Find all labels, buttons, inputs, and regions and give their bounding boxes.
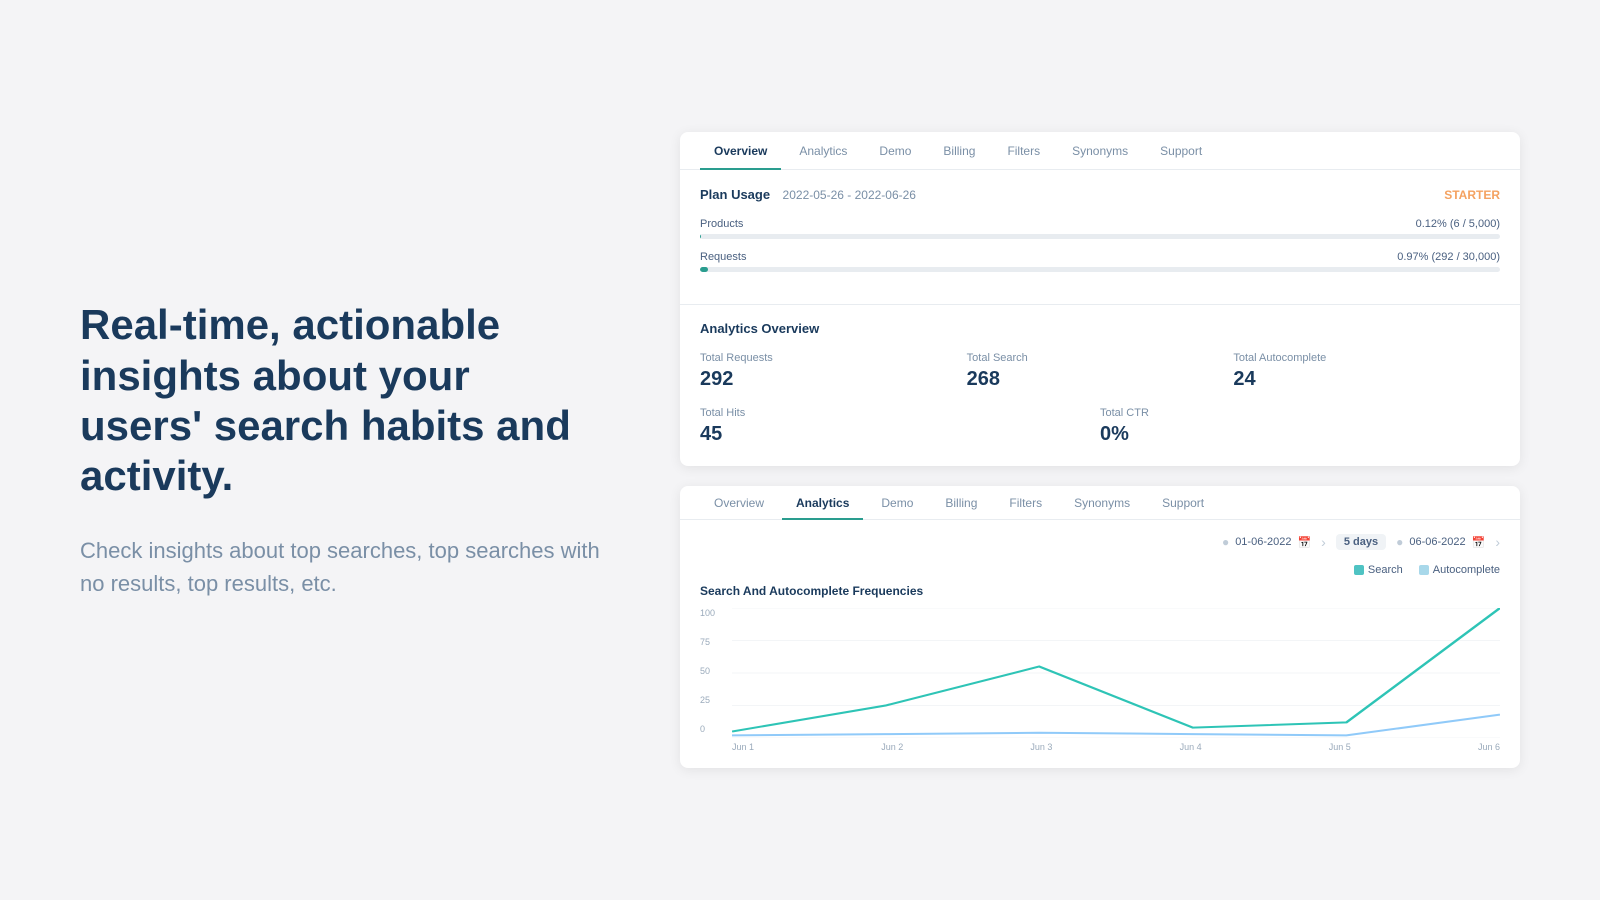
stat-label-total-ctr: Total CTR xyxy=(1100,407,1500,419)
stat-value-total-autocomplete: 24 xyxy=(1233,368,1500,391)
requests-value: 0.97% (292 / 30,000) xyxy=(1397,251,1500,263)
x-label-jun5: Jun 5 xyxy=(1329,742,1351,752)
stats-grid-row1: Total Requests 292 Total Search 268 Tota… xyxy=(700,352,1500,391)
stat-value-total-search: 268 xyxy=(967,368,1234,391)
legend-dot-autocomplete xyxy=(1419,565,1429,575)
x-label-jun4: Jun 4 xyxy=(1180,742,1202,752)
y-label-75: 75 xyxy=(700,637,724,647)
chart-title: Search And Autocomplete Frequencies xyxy=(700,584,1500,598)
stat-total-requests: Total Requests 292 xyxy=(700,352,967,391)
products-progress-fill xyxy=(700,234,701,239)
subtext: Check insights about top searches, top s… xyxy=(80,534,600,600)
bottom-nav: Overview Analytics Demo Billing Filters … xyxy=(680,486,1520,520)
x-label-jun1: Jun 1 xyxy=(732,742,754,752)
requests-progress-bg xyxy=(700,267,1500,272)
top-card: Overview Analytics Demo Billing Filters … xyxy=(680,132,1520,466)
chart-plot-area: Jun 1 Jun 2 Jun 3 Jun 4 Jun 5 Jun 6 xyxy=(732,608,1500,752)
top-nav: Overview Analytics Demo Billing Filters … xyxy=(680,132,1520,170)
headline: Real-time, actionable insights about you… xyxy=(80,300,600,502)
legend-label-autocomplete: Autocomplete xyxy=(1433,564,1500,576)
plan-badge: STARTER xyxy=(1444,188,1500,202)
stat-value-total-requests: 292 xyxy=(700,368,967,391)
requests-label: Requests xyxy=(700,251,746,263)
days-badge: 5 days xyxy=(1336,534,1386,550)
legend-search: Search xyxy=(1354,564,1403,576)
products-value: 0.12% (6 / 5,000) xyxy=(1416,218,1500,230)
legend-label-search: Search xyxy=(1368,564,1403,576)
stat-label-total-requests: Total Requests xyxy=(700,352,967,364)
date-to-control[interactable]: ● 06-06-2022 📅 xyxy=(1396,535,1485,549)
y-label-25: 25 xyxy=(700,695,724,705)
x-label-jun2: Jun 2 xyxy=(881,742,903,752)
plan-usage-date: 2022-05-26 - 2022-06-26 xyxy=(783,188,916,202)
stat-total-search: Total Search 268 xyxy=(967,352,1234,391)
page-wrapper: Real-time, actionable insights about you… xyxy=(0,0,1600,900)
stat-label-total-search: Total Search xyxy=(967,352,1234,364)
plan-usage-section: Plan Usage 2022-05-26 - 2022-06-26 START… xyxy=(680,170,1520,304)
plan-usage-title: Plan Usage xyxy=(700,187,770,202)
tab-demo-top[interactable]: Demo xyxy=(865,132,925,170)
date-from-control[interactable]: ● 01-06-2022 📅 xyxy=(1222,535,1311,549)
stat-label-total-hits: Total Hits xyxy=(700,407,1100,419)
tab-demo-bottom[interactable]: Demo xyxy=(867,486,927,520)
requests-usage-row: Requests 0.97% (292 / 30,000) xyxy=(700,251,1500,272)
stat-label-total-autocomplete: Total Autocomplete xyxy=(1233,352,1500,364)
y-label-0: 0 xyxy=(700,724,724,734)
chart-body: ● 01-06-2022 📅 › 5 days ● 06-06-2022 📅 › xyxy=(680,520,1520,768)
date-from-value: 01-06-2022 xyxy=(1235,536,1291,548)
stat-total-hits: Total Hits 45 xyxy=(700,407,1100,446)
stat-value-total-ctr: 0% xyxy=(1100,423,1500,446)
chart-svg xyxy=(732,608,1500,738)
stat-total-ctr: Total CTR 0% xyxy=(1100,407,1500,446)
y-label-100: 100 xyxy=(700,608,724,618)
chart-legend: Search Autocomplete xyxy=(700,564,1500,576)
requests-progress-fill xyxy=(700,267,708,272)
date-to-value: 06-06-2022 xyxy=(1409,536,1465,548)
stat-total-autocomplete: Total Autocomplete 24 xyxy=(1233,352,1500,391)
products-label: Products xyxy=(700,218,743,230)
tab-analytics-top[interactable]: Analytics xyxy=(785,132,861,170)
tab-support-bottom[interactable]: Support xyxy=(1148,486,1218,520)
tab-overview-bottom[interactable]: Overview xyxy=(700,486,778,520)
left-panel: Real-time, actionable insights about you… xyxy=(80,300,600,600)
products-usage-row: Products 0.12% (6 / 5,000) xyxy=(700,218,1500,239)
analytics-overview-title: Analytics Overview xyxy=(700,321,1500,336)
products-progress-bg xyxy=(700,234,1500,239)
stat-value-total-hits: 45 xyxy=(700,423,1100,446)
tab-synonyms-top[interactable]: Synonyms xyxy=(1058,132,1142,170)
y-label-50: 50 xyxy=(700,666,724,676)
x-axis: Jun 1 Jun 2 Jun 3 Jun 4 Jun 5 Jun 6 xyxy=(732,738,1500,752)
right-panel: Overview Analytics Demo Billing Filters … xyxy=(680,132,1520,768)
y-axis: 100 75 50 25 0 xyxy=(700,608,732,752)
tab-analytics-bottom[interactable]: Analytics xyxy=(782,486,863,520)
legend-dot-search xyxy=(1354,565,1364,575)
tab-support-top[interactable]: Support xyxy=(1146,132,1216,170)
tab-filters-bottom[interactable]: Filters xyxy=(995,486,1056,520)
arrow-right-icon: › xyxy=(1495,534,1500,550)
bottom-card: Overview Analytics Demo Billing Filters … xyxy=(680,486,1520,768)
stats-grid-row2: Total Hits 45 Total CTR 0% xyxy=(700,407,1500,446)
tab-overview-top[interactable]: Overview xyxy=(700,132,781,170)
tab-billing-bottom[interactable]: Billing xyxy=(931,486,991,520)
arrow-icon: › xyxy=(1321,534,1326,550)
tab-filters-top[interactable]: Filters xyxy=(993,132,1054,170)
tab-synonyms-bottom[interactable]: Synonyms xyxy=(1060,486,1144,520)
x-label-jun6: Jun 6 xyxy=(1478,742,1500,752)
x-label-jun3: Jun 3 xyxy=(1030,742,1052,752)
legend-autocomplete: Autocomplete xyxy=(1419,564,1500,576)
analytics-overview-section: Analytics Overview Total Requests 292 To… xyxy=(680,305,1520,466)
tab-billing-top[interactable]: Billing xyxy=(929,132,989,170)
chart-container: 100 75 50 25 0 xyxy=(700,608,1500,752)
chart-controls: ● 01-06-2022 📅 › 5 days ● 06-06-2022 📅 › xyxy=(700,534,1500,550)
